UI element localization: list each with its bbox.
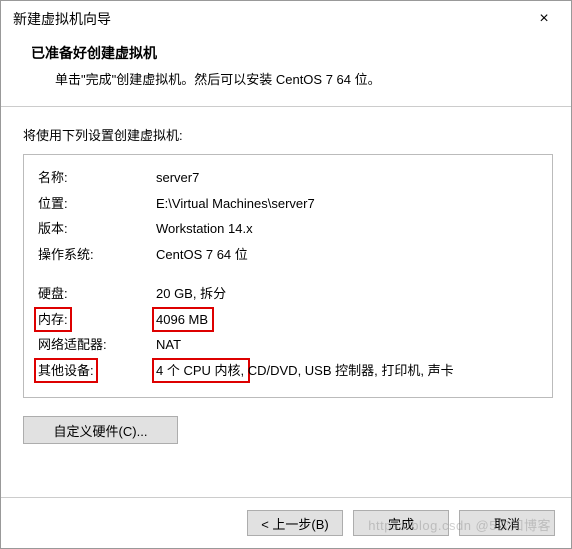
- highlight-label: 其他设备:: [34, 358, 98, 384]
- setting-value: server7: [156, 168, 538, 188]
- header-title: 已准备好创建虚拟机: [31, 43, 551, 63]
- setting-value: 4096 MB: [156, 310, 538, 330]
- setting-row-version: 版本: Workstation 14.x: [38, 216, 538, 242]
- setting-label: 名称:: [38, 168, 156, 188]
- cancel-button[interactable]: 取消: [459, 510, 555, 536]
- setting-row-disk: 硬盘: 20 GB, 拆分: [38, 281, 538, 307]
- setting-label: 网络适配器:: [38, 335, 156, 355]
- setting-label: 内存:: [38, 310, 156, 330]
- highlight-value: 4 个 CPU 内核,: [152, 358, 250, 384]
- setting-label: 版本:: [38, 219, 156, 239]
- setting-value: E:\Virtual Machines\server7: [156, 194, 538, 214]
- highlight-value: 4096 MB: [152, 307, 214, 333]
- header-subtitle: 单击"完成"创建虚拟机。然后可以安装 CentOS 7 64 位。: [31, 69, 551, 88]
- settings-intro: 将使用下列设置创建虚拟机:: [23, 125, 553, 144]
- wizard-body: 将使用下列设置创建虚拟机: 名称: server7 位置: E:\Virtual…: [1, 107, 571, 497]
- setting-row-network: 网络适配器: NAT: [38, 332, 538, 358]
- setting-value: CentOS 7 64 位: [156, 245, 538, 265]
- setting-row-os: 操作系统: CentOS 7 64 位: [38, 242, 538, 268]
- setting-row-location: 位置: E:\Virtual Machines\server7: [38, 191, 538, 217]
- wizard-footer: < 上一步(B) 完成 取消 https://blog.csdn @5次知博客: [1, 497, 571, 548]
- close-icon[interactable]: ×: [529, 10, 559, 28]
- customize-row: 自定义硬件(C)...: [23, 416, 553, 444]
- setting-label: 其他设备:: [38, 361, 156, 381]
- setting-row-devices: 其他设备: 4 个 CPU 内核, CD/DVD, USB 控制器, 打印机, …: [38, 358, 538, 384]
- wizard-header: 已准备好创建虚拟机 单击"完成"创建虚拟机。然后可以安装 CentOS 7 64…: [1, 35, 571, 106]
- highlight-label: 内存:: [34, 307, 72, 333]
- titlebar: 新建虚拟机向导 ×: [1, 1, 571, 35]
- setting-label: 硬盘:: [38, 284, 156, 304]
- setting-value: NAT: [156, 335, 538, 355]
- finish-button[interactable]: 完成: [353, 510, 449, 536]
- setting-value: 20 GB, 拆分: [156, 284, 538, 304]
- setting-label: 操作系统:: [38, 245, 156, 265]
- window-title: 新建虚拟机向导: [13, 9, 111, 29]
- settings-summary-box: 名称: server7 位置: E:\Virtual Machines\serv…: [23, 154, 553, 398]
- setting-value: Workstation 14.x: [156, 219, 538, 239]
- setting-row-name: 名称: server7: [38, 165, 538, 191]
- setting-row-memory: 内存: 4096 MB: [38, 307, 538, 333]
- setting-value-rest: CD/DVD, USB 控制器, 打印机, 声卡: [244, 363, 453, 378]
- new-vm-wizard-dialog: 新建虚拟机向导 × 已准备好创建虚拟机 单击"完成"创建虚拟机。然后可以安装 C…: [0, 0, 572, 549]
- setting-value: 4 个 CPU 内核, CD/DVD, USB 控制器, 打印机, 声卡: [156, 361, 538, 381]
- setting-label: 位置:: [38, 194, 156, 214]
- back-button[interactable]: < 上一步(B): [247, 510, 343, 536]
- customize-hardware-button[interactable]: 自定义硬件(C)...: [23, 416, 178, 444]
